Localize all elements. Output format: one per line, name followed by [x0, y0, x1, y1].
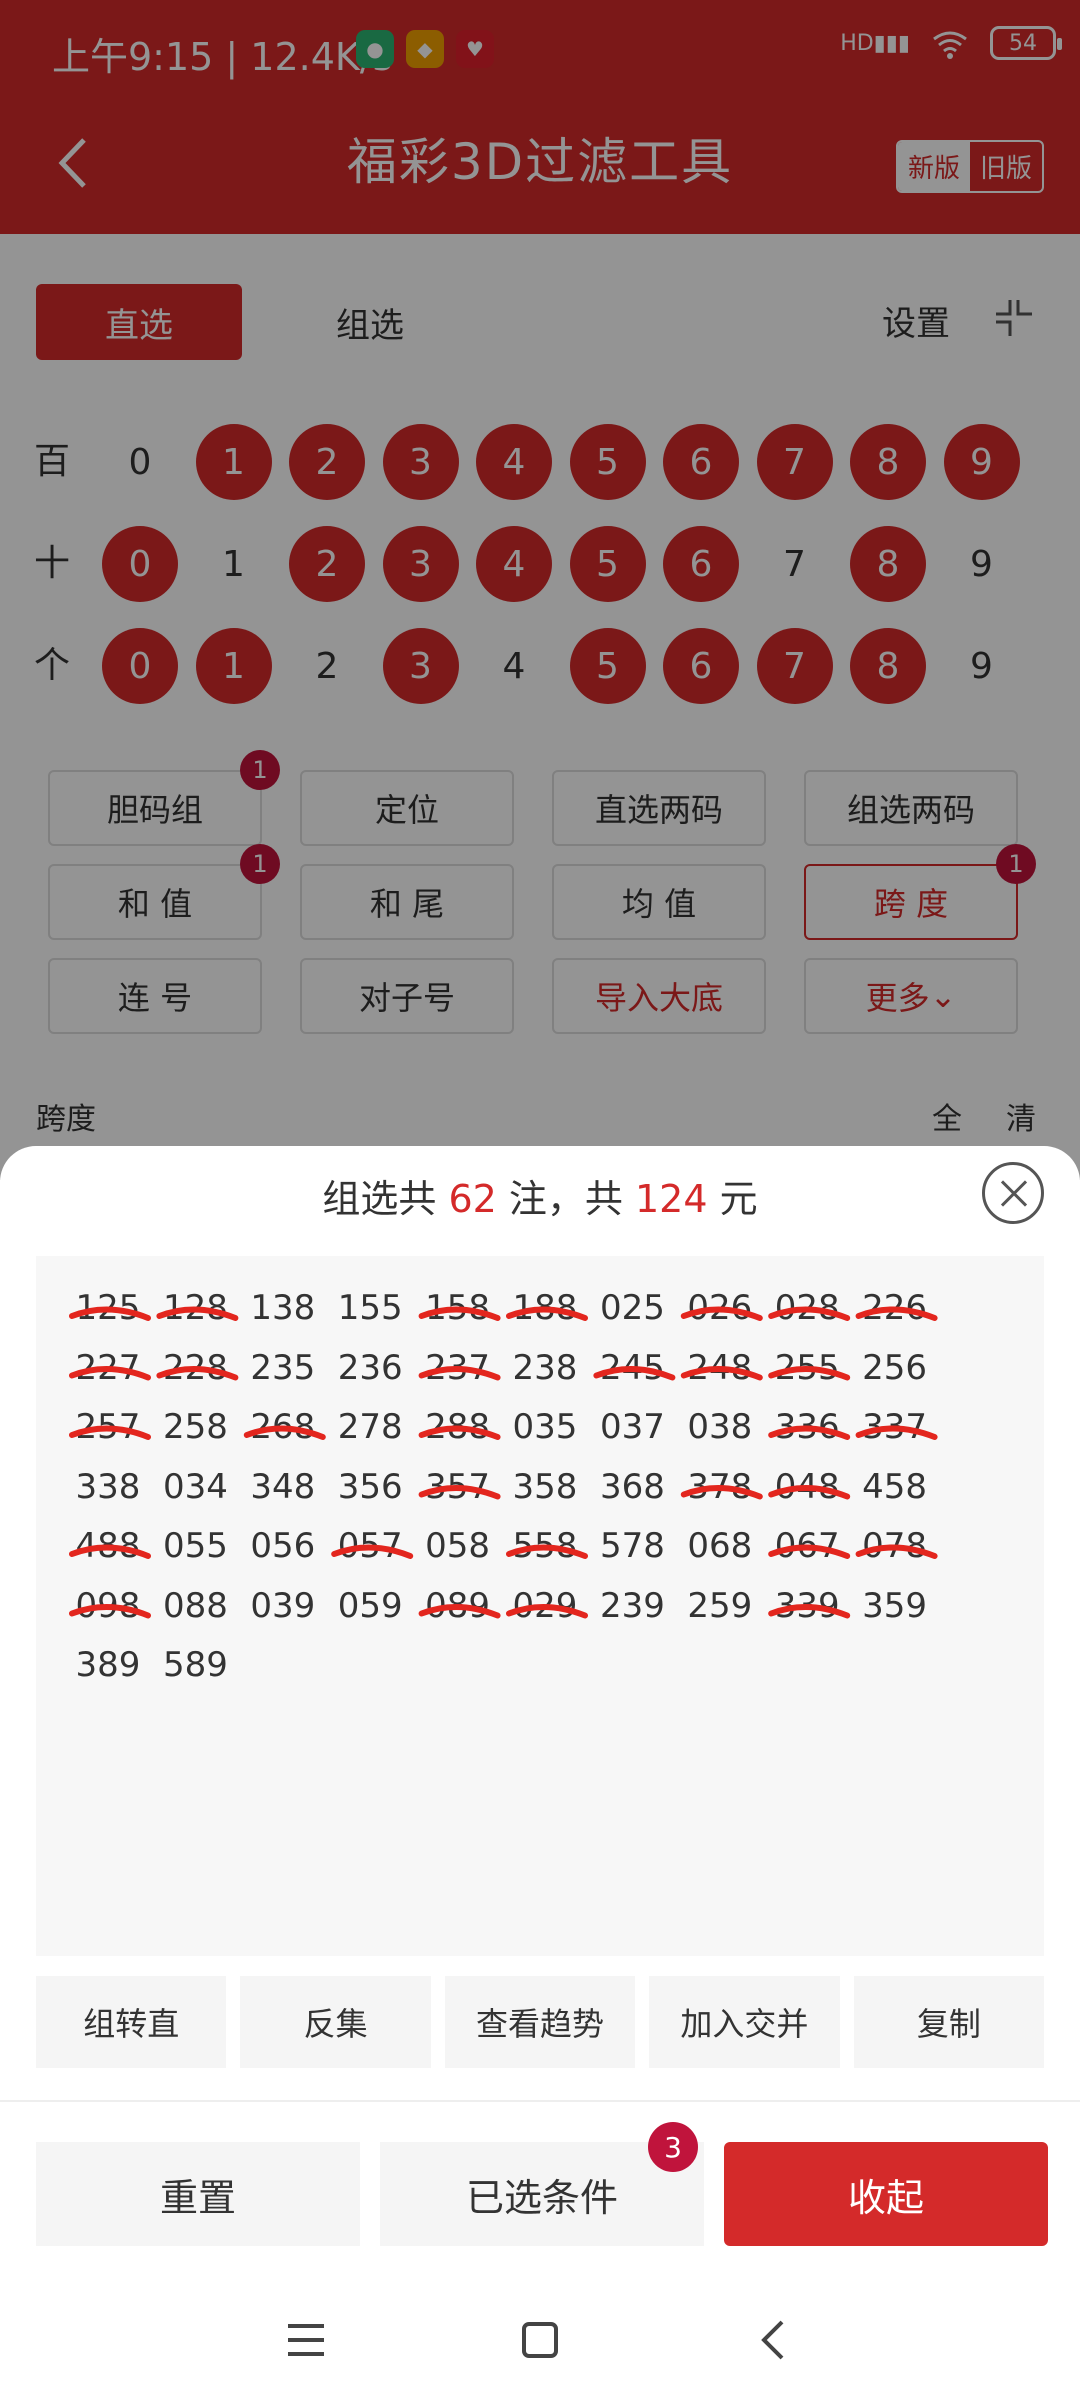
strike-mark: [855, 1306, 938, 1321]
strike-mark: [680, 1365, 763, 1381]
strike-mark: [418, 1603, 501, 1619]
bet-count: 62: [448, 1177, 497, 1221]
strike-mark: [593, 1365, 676, 1381]
strike-mark: [768, 1425, 851, 1440]
dim-overlay[interactable]: [0, 0, 1080, 1180]
strike-mark: [418, 1484, 501, 1500]
back-icon[interactable]: [744, 2310, 804, 2370]
result-sheet: 组选共 62 注，共 124 元 125 128 138 155 158 188 025 02…: [0, 1146, 1080, 2400]
strike-mark: [418, 1306, 501, 1321]
sheet-action-button[interactable]: 加入交并: [649, 1976, 840, 2068]
strike-mark: [69, 1544, 151, 1559]
sheet-action-button[interactable]: 反集: [240, 1976, 431, 2068]
strike-mark: [768, 1603, 851, 1619]
strike-mark: [680, 1484, 763, 1500]
strike-mark: [69, 1603, 151, 1619]
strike-mark: [69, 1425, 151, 1440]
menu-icon[interactable]: [276, 2310, 336, 2370]
sheet-action-button[interactable]: 查看趋势: [444, 1976, 636, 2068]
sheet-action-button[interactable]: 复制: [853, 1976, 1045, 2068]
strike-mark: [331, 1544, 414, 1559]
strike-mark: [69, 1306, 151, 1321]
strike-mark: [768, 1365, 851, 1381]
fold-button[interactable]: 收起: [724, 2142, 1048, 2246]
strike-mark: [156, 1306, 239, 1321]
home-icon[interactable]: [510, 2310, 570, 2370]
conditions-badge: 3: [648, 2122, 698, 2172]
bottom-bar: 重置 已选条件 3 收起: [0, 2100, 1080, 2250]
strike-mark: [768, 1484, 851, 1500]
strike-marks: [69, 1306, 938, 1619]
strike-mark: [506, 1603, 588, 1619]
strike-mark: [768, 1544, 851, 1559]
number-grid: 125 128 138 155 158 188 025 026 028 226 227 228 235 2…: [36, 1256, 1044, 1956]
strike-mark: [855, 1544, 938, 1559]
sheet-title: 组选共 62 注，共 124 元: [322, 1177, 758, 1221]
close-icon[interactable]: [982, 1162, 1044, 1224]
bet-amount: 124: [635, 1177, 708, 1221]
system-nav: [0, 2280, 1080, 2400]
reset-button[interactable]: 重置: [36, 2142, 360, 2246]
strike-mark: [418, 1365, 501, 1381]
strike-mark: [680, 1306, 763, 1321]
strike-mark: [506, 1544, 588, 1559]
strike-mark: [418, 1425, 501, 1440]
strike-mark: [855, 1425, 938, 1440]
sheet-action-button[interactable]: 组转直: [36, 1976, 227, 2068]
strike-mark: [243, 1425, 326, 1440]
strike-mark: [506, 1306, 588, 1321]
strike-mark: [156, 1365, 239, 1381]
strike-mark: [768, 1306, 851, 1321]
strike-mark: [69, 1365, 151, 1381]
